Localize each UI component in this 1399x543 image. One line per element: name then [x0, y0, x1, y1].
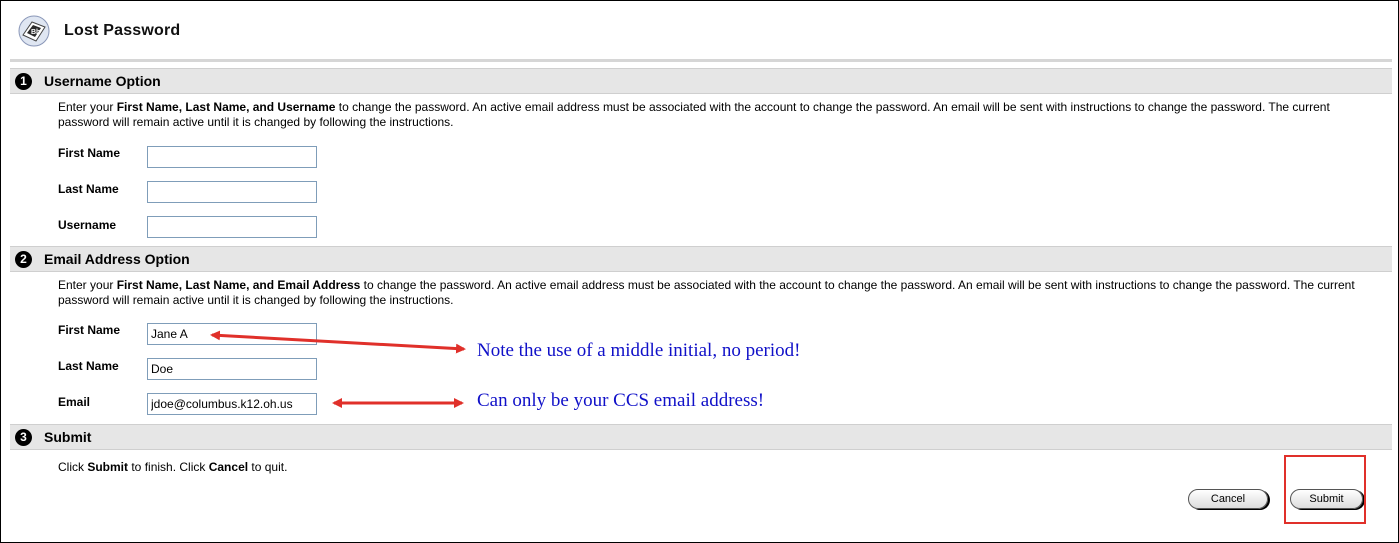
email-label: Email: [58, 395, 91, 409]
first-name-input-2[interactable]: [147, 323, 317, 345]
last-name-label-2: Last Name: [58, 359, 119, 373]
email-description: Enter your First Name, Last Name, and Em…: [58, 278, 1355, 307]
section-header-username: 1 Username Option: [10, 68, 1392, 94]
svg-text:Bb: Bb: [31, 29, 40, 36]
username-input[interactable]: [147, 216, 317, 238]
submit-instructions: Click Submit to finish. Click Cancel to …: [58, 460, 288, 474]
step-number-3: 3: [15, 428, 32, 446]
section-header-email: 2 Email Address Option: [10, 246, 1392, 272]
section-title-submit: Submit: [44, 429, 92, 445]
submit-highlight-box: [1284, 455, 1366, 524]
email-note: Can only be your CCS email address!: [477, 390, 765, 411]
page-title: Lost Password: [64, 22, 181, 39]
last-name-input-1[interactable]: [147, 181, 317, 203]
first-name-input-1[interactable]: [147, 146, 317, 168]
last-name-label-1: Last Name: [58, 182, 119, 196]
section-title-email: Email Address Option: [44, 251, 190, 267]
first-name-label-1: First Name: [58, 146, 121, 160]
first-name-label-2: First Name: [58, 323, 121, 337]
page-header: Bb Lost Password: [18, 14, 180, 48]
step-number-1: 1: [15, 72, 32, 90]
section-header-submit: 3 Submit: [10, 424, 1392, 450]
cancel-button[interactable]: Cancel: [1188, 489, 1268, 509]
email-input[interactable]: [147, 393, 317, 415]
username-description: Enter your First Name, Last Name, and Us…: [58, 100, 1330, 129]
title-divider: [10, 59, 1392, 62]
username-label: Username: [58, 218, 117, 232]
section-title-username: Username Option: [44, 73, 161, 89]
last-name-input-2[interactable]: [147, 358, 317, 380]
step-number-2: 2: [15, 250, 32, 268]
blackboard-book-icon: Bb: [18, 15, 50, 47]
middle-initial-note: Note the use of a middle initial, no per…: [477, 340, 801, 361]
